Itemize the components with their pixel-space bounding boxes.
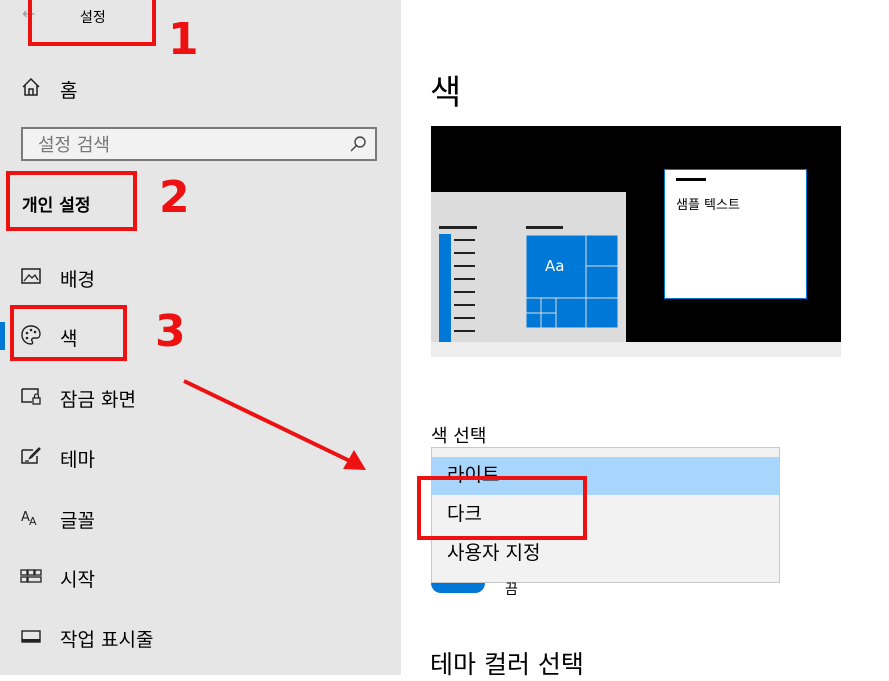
annotation-number-2: 2 xyxy=(159,172,190,223)
sidebar-item-label: 홈 xyxy=(60,80,78,102)
theme-preview: Aa 샘플 텍스트 xyxy=(431,126,841,357)
sidebar-item-lock-screen[interactable]: 잠금 화면 xyxy=(0,375,401,419)
svg-text:A: A xyxy=(29,515,37,528)
toggle-state-label: 끔 xyxy=(505,582,518,598)
sidebar-item-fonts[interactable]: A A 글꼴 xyxy=(0,496,401,540)
annotation-box-3 xyxy=(10,305,127,361)
theme-brush-icon xyxy=(21,447,41,464)
font-icon: A A xyxy=(21,510,37,528)
sidebar-item-label: 배경 xyxy=(60,269,95,291)
search-box[interactable] xyxy=(21,127,377,161)
sidebar-item-background[interactable]: 배경 xyxy=(0,255,401,299)
picture-icon xyxy=(21,268,41,284)
preview-sample-window: 샘플 텍스트 xyxy=(664,169,807,299)
page-title: 색 xyxy=(430,73,462,113)
preview-sample-text: 샘플 텍스트 xyxy=(676,198,740,213)
sidebar-item-label: 시작 xyxy=(60,569,95,591)
sidebar-item-taskbar[interactable]: 작업 표시줄 xyxy=(0,615,401,659)
annotation-box-dark-option xyxy=(417,476,587,540)
preview-tile-label: Aa xyxy=(545,257,565,275)
annotation-number-1: 1 xyxy=(168,14,199,65)
color-select-label: 색 선택 xyxy=(431,426,487,447)
search-input[interactable] xyxy=(23,129,350,161)
preview-window-titlebar xyxy=(676,178,706,181)
transparency-toggle[interactable] xyxy=(431,583,485,593)
lock-screen-icon xyxy=(21,388,41,405)
sidebar-item-themes[interactable]: 테마 xyxy=(0,435,401,479)
annotation-box-2 xyxy=(6,171,137,231)
search-icon[interactable] xyxy=(349,135,367,153)
start-grid-icon xyxy=(20,569,42,583)
preview-bottom-strip xyxy=(431,342,841,357)
sidebar-item-label: 작업 표시줄 xyxy=(60,629,154,651)
dropdown-option-custom[interactable]: 사용자 지정 xyxy=(432,535,779,573)
section-heading-theme-color: 테마 컬러 선택 xyxy=(430,650,584,679)
home-icon xyxy=(22,77,40,96)
selected-indicator xyxy=(0,322,5,350)
sidebar-item-label: 글꼴 xyxy=(60,510,95,532)
annotation-number-3: 3 xyxy=(155,306,186,357)
sidebar-item-start[interactable]: 시작 xyxy=(0,555,401,599)
sidebar-item-label: 잠금 화면 xyxy=(60,389,136,411)
annotation-box-1 xyxy=(28,0,156,46)
preview-start-menu: Aa xyxy=(431,192,626,342)
taskbar-icon xyxy=(21,630,41,643)
sidebar-item-home[interactable]: 홈 xyxy=(0,66,401,110)
sidebar-item-label: 테마 xyxy=(60,449,95,471)
preview-start-menu-graphic xyxy=(439,226,619,342)
